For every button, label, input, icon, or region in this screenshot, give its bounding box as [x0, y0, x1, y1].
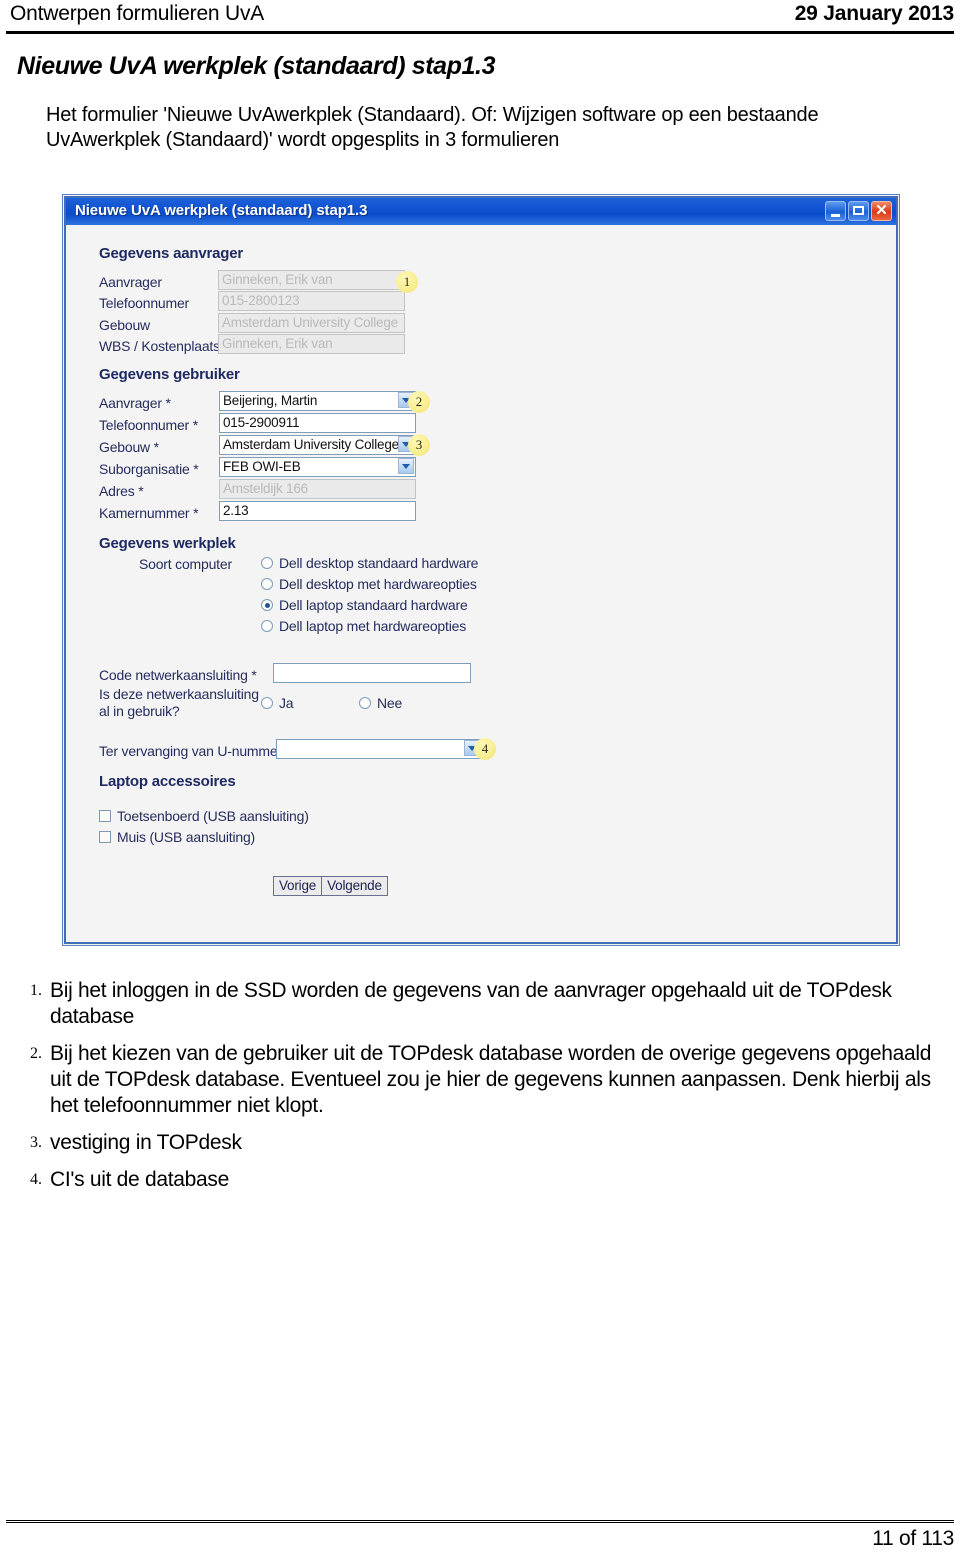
list-item-text: CI's uit de database: [50, 1168, 229, 1191]
radio-label: Dell desktop standaard hardware: [279, 555, 479, 571]
radio-option-dell-laptop-standaard[interactable]: Dell laptop standaard hardware: [261, 597, 468, 613]
callout-badge-4: 4: [474, 738, 496, 760]
label-aanvrager-gebruiker: Aanvrager *: [99, 395, 171, 411]
form-screenshot-window: Nieuwe UvA werkplek (standaard) stap1.3 …: [62, 194, 900, 946]
radio-label: Dell laptop standaard hardware: [279, 597, 468, 613]
select-aanvrager-gebruiker[interactable]: Beijering, Martin: [219, 391, 416, 411]
section-heading-werkplek: Gegevens werkplek: [99, 535, 236, 552]
radio-icon[interactable]: [359, 697, 371, 709]
header-divider: [6, 31, 954, 34]
list-item-text: Bij het kiezen van de gebruiker uit de T…: [50, 1042, 932, 1117]
list-item-text: vestiging in TOPdesk: [50, 1131, 242, 1154]
list-item: 3. vestiging in TOPdesk: [0, 1130, 960, 1156]
radio-label: Dell laptop met hardwareopties: [279, 618, 466, 634]
radio-icon[interactable]: [261, 697, 273, 709]
notes-list: 1. Bij het inloggen in de SSD worden de …: [0, 978, 960, 1204]
checkbox-icon[interactable]: [99, 810, 111, 822]
input-telefoonnumer-gebruiker[interactable]: 015-2900911: [219, 413, 416, 433]
radio-icon-selected[interactable]: [261, 599, 273, 611]
window-inner-frame: Nieuwe UvA werkplek (standaard) stap1.3 …: [64, 196, 898, 944]
field-adres-readonly: Amsteldijk 166: [219, 479, 416, 499]
label-telefoonnumer-gebruiker: Telefoonnumer *: [99, 417, 198, 433]
callout-badge-1: 1: [396, 271, 418, 293]
chevron-down-icon[interactable]: [398, 458, 414, 474]
input-code-netwerkaansluiting[interactable]: [273, 663, 471, 683]
form-button-row: Vorige Volgende: [273, 876, 388, 896]
field-wbs-kostenplaats-readonly: Ginneken, Erik van: [218, 334, 405, 354]
callout-badge-2: 2: [408, 391, 430, 413]
window-body: Gegevens aanvrager Aanvrager Ginneken, E…: [66, 225, 896, 942]
checkbox-row-toetsenboerd[interactable]: Toetsenboerd (USB aansluiting): [99, 808, 309, 824]
label-suborganisatie: Suborganisatie *: [99, 461, 199, 477]
label-netwerkaansluiting-in-gebruik: Is deze netwerkaansluiting al in gebruik…: [99, 686, 259, 719]
list-item: 2. Bij het kiezen van de gebruiker uit d…: [0, 1041, 960, 1119]
radio-option-in-gebruik-nee[interactable]: Nee: [359, 695, 402, 711]
label-soort-computer: Soort computer: [139, 556, 232, 572]
maximize-icon[interactable]: [848, 201, 869, 221]
page-title: Nieuwe UvA werkplek (standaard) stap1.3: [17, 52, 496, 80]
label-wbs-kostenplaats: WBS / Kostenplaats: [99, 338, 220, 354]
radio-icon[interactable]: [261, 578, 273, 590]
section-heading-aanvrager: Gegevens aanvrager: [99, 245, 243, 262]
list-item-number: 3.: [30, 1134, 42, 1151]
field-gebouw-aanvrager-readonly: Amsterdam University College: [218, 313, 405, 333]
label-code-netwerkaansluiting: Code netwerkaansluiting *: [99, 667, 257, 683]
minimize-icon[interactable]: [825, 201, 846, 221]
radio-option-in-gebruik-ja[interactable]: Ja: [261, 695, 294, 711]
radio-label: Nee: [377, 695, 403, 711]
checkbox-label: Muis (USB aansluiting): [117, 829, 255, 845]
radio-icon[interactable]: [261, 620, 273, 632]
footer-page-number: 11 of 113: [872, 1527, 954, 1550]
label-adres: Adres *: [99, 483, 144, 499]
checkbox-icon[interactable]: [99, 831, 111, 843]
radio-label: Dell desktop met hardwareopties: [279, 576, 477, 592]
window-controls: ✕: [825, 201, 892, 221]
checkbox-label: Toetsenboerd (USB aansluiting): [117, 808, 309, 824]
label-aanvrager: Aanvrager: [99, 274, 162, 290]
radio-option-dell-desktop-standaard[interactable]: Dell desktop standaard hardware: [261, 555, 478, 571]
field-telefoonnumer-aanvrager-readonly: 015-2800123: [218, 291, 405, 311]
select-suborganisatie[interactable]: FEB OWI-EB: [219, 457, 416, 477]
list-item-text: Bij het inloggen in de SSD worden de geg…: [50, 979, 892, 1028]
field-aanvrager-readonly: Ginneken, Erik van: [218, 270, 405, 290]
section-heading-gebruiker: Gegevens gebruiker: [99, 366, 240, 383]
radio-option-dell-desktop-hardwareopties[interactable]: Dell desktop met hardwareopties: [261, 576, 477, 592]
list-item-number: 1.: [30, 982, 42, 999]
header-document-name: Ontwerpen formulieren UvA: [10, 2, 265, 25]
label-gebouw-aanvrager: Gebouw: [99, 317, 150, 333]
volgende-button[interactable]: Volgende: [321, 876, 388, 896]
callout-badge-3: 3: [408, 434, 430, 456]
label-gebouw-gebruiker: Gebouw *: [99, 439, 159, 455]
radio-label: Ja: [279, 695, 294, 711]
select-gebouw-gebruiker[interactable]: Amsterdam University College: [219, 435, 416, 455]
list-item: 1. Bij het inloggen in de SSD worden de …: [0, 978, 960, 1030]
page-header: Ontwerpen formulieren UvA 29 January 201…: [0, 0, 960, 38]
window-titlebar: Nieuwe UvA werkplek (standaard) stap1.3 …: [66, 198, 896, 225]
label-telefoonnumer-aanvrager: Telefoonnumer: [99, 295, 190, 311]
vorige-button[interactable]: Vorige: [273, 876, 323, 896]
radio-icon[interactable]: [261, 557, 273, 569]
window-title: Nieuwe UvA werkplek (standaard) stap1.3: [75, 202, 368, 219]
close-icon[interactable]: ✕: [871, 201, 892, 221]
input-kamernummer[interactable]: 2.13: [219, 501, 416, 521]
checkbox-row-muis[interactable]: Muis (USB aansluiting): [99, 829, 255, 845]
label-ter-vervanging-u-nummer: Ter vervanging van U-nummer: [99, 743, 282, 759]
label-kamernummer: Kamernummer *: [99, 505, 199, 521]
select-ter-vervanging-u-nummer[interactable]: [276, 739, 482, 759]
header-date: 29 January 2013: [794, 2, 954, 25]
footer-divider: [6, 1520, 954, 1523]
intro-paragraph: Het formulier 'Nieuwe UvAwerkplek (Stand…: [46, 104, 819, 151]
list-item-number: 2.: [30, 1045, 42, 1062]
section-heading-accessoires: Laptop accessoires: [99, 773, 236, 790]
list-item: 4. CI's uit de database: [0, 1167, 960, 1193]
radio-option-dell-laptop-hardwareopties[interactable]: Dell laptop met hardwareopties: [261, 618, 466, 634]
list-item-number: 4.: [30, 1171, 42, 1188]
